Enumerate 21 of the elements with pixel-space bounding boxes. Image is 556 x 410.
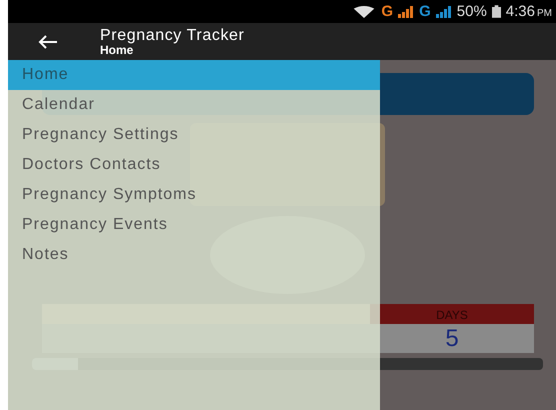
drawer-item[interactable]: Pregnancy Settings: [8, 120, 380, 150]
drawer-item[interactable]: Pregnancy Symptoms: [8, 180, 380, 210]
count-value: 5: [445, 325, 459, 352]
clock-time: 4:36: [506, 3, 535, 20]
page-subtitle: Home: [100, 44, 134, 56]
drawer-item[interactable]: Calendar: [8, 90, 380, 120]
drawer-item[interactable]: Doctors Contacts: [8, 150, 380, 180]
drawer-item[interactable]: Home: [8, 60, 380, 90]
signal-icon: [398, 6, 414, 18]
drawer-item[interactable]: Notes: [8, 240, 380, 270]
app-title: Pregnancy Tracker: [100, 26, 244, 44]
network-type: G: [381, 3, 394, 20]
column-label: DAYS: [436, 308, 468, 322]
signal-icon: [436, 6, 452, 18]
battery-icon: [492, 5, 501, 18]
wifi-icon: [352, 6, 376, 18]
network-type: G: [419, 3, 431, 20]
clock-period: PM: [537, 6, 552, 18]
drawer-item[interactable]: Pregnancy Events: [8, 210, 380, 240]
back-arrow-icon[interactable]: [38, 34, 58, 50]
battery-percentage: 50%: [456, 3, 487, 20]
